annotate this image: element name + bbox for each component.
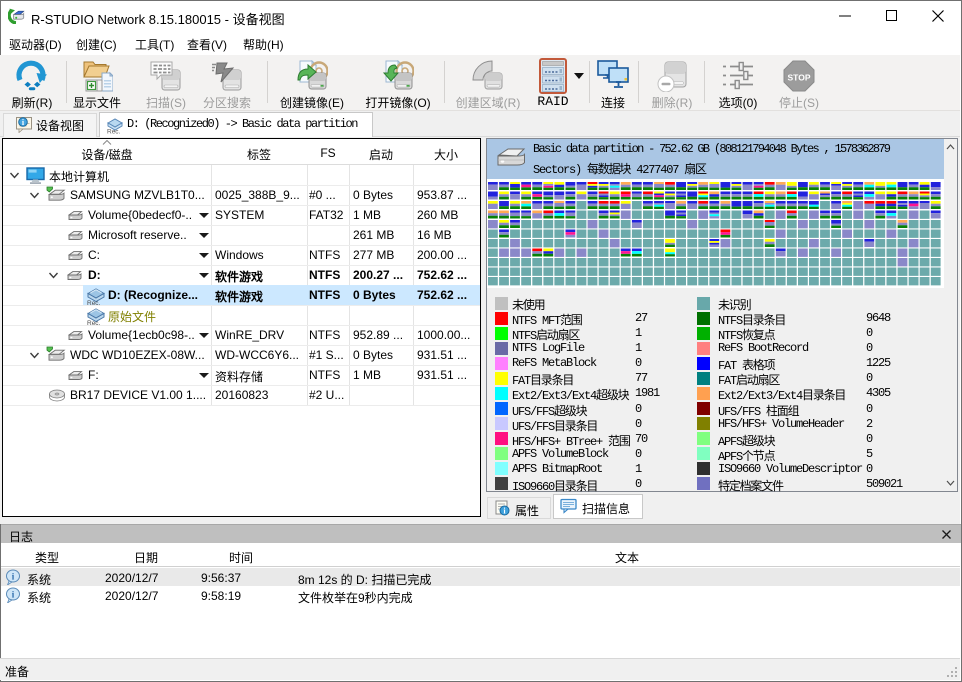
svg-text:Rec.: Rec. — [107, 129, 121, 135]
svg-text:Rec.: Rec. — [87, 300, 101, 305]
svg-text:Rec.: Rec. — [87, 320, 101, 325]
svg-text:STOP: STOP — [788, 73, 811, 83]
